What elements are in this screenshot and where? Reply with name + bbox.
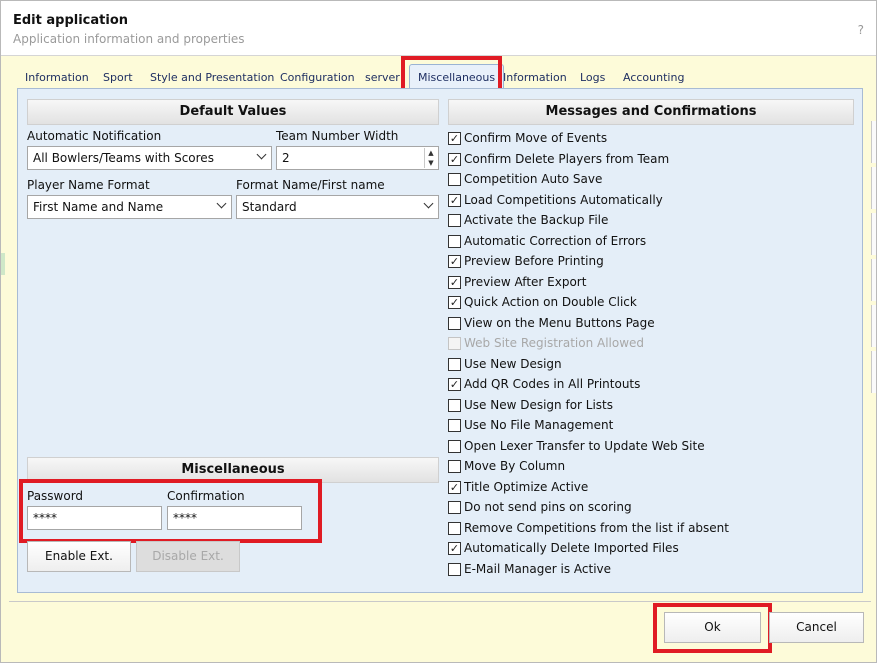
- checkbox-unchecked-icon[interactable]: [448, 357, 461, 371]
- background-panel: [871, 351, 876, 393]
- checkbox-unchecked-icon[interactable]: [448, 173, 461, 186]
- tab-style-and-presentation[interactable]: Style and Presentation: [150, 71, 274, 84]
- checkbox-unchecked-icon[interactable]: [448, 460, 461, 473]
- highlight-password-fields: [19, 479, 322, 543]
- message-checkbox-label: Load Competitions Automatically: [464, 192, 663, 207]
- cancel-button[interactable]: Cancel: [769, 612, 864, 643]
- chevron-down-icon: [256, 149, 267, 160]
- help-icon[interactable]: ?: [858, 23, 864, 37]
- message-checkbox-label: Preview After Export: [464, 274, 587, 289]
- checkbox-unchecked-icon[interactable]: [448, 214, 461, 227]
- message-checkbox-label: Open Lexer Transfer to Update Web Site: [464, 438, 705, 453]
- checkbox-unchecked-icon[interactable]: [448, 562, 461, 576]
- team-number-width-stepper[interactable]: 2 ▲ ▼: [276, 146, 439, 170]
- message-checkbox-label: Use No File Management: [464, 418, 614, 432]
- checkbox-checked-icon[interactable]: ✓: [448, 275, 461, 289]
- automatic-notification-value: All Bowlers/Teams with Scores: [33, 151, 214, 165]
- dialog-titlebar: Edit application Application information…: [1, 1, 876, 56]
- checkbox-unchecked-icon: [448, 337, 461, 350]
- player-name-format-value: First Name and Name: [33, 200, 164, 214]
- background-window-edge-right: [871, 121, 876, 421]
- chevron-down-icon: [216, 198, 227, 209]
- team-number-width-label: Team Number Width: [276, 129, 399, 143]
- checkbox-unchecked-icon[interactable]: [448, 234, 461, 248]
- message-checkbox-label: Title Optimize Active: [464, 479, 589, 494]
- format-name-first-name-select[interactable]: Standard: [236, 195, 439, 219]
- disable-ext-button[interactable]: Disable Ext.: [136, 541, 240, 572]
- stepper-down-icon[interactable]: ▼: [425, 158, 437, 168]
- message-checkbox-label: Do not send pins on scoring: [464, 500, 632, 514]
- edit-application-dialog: Edit application Application information…: [0, 0, 877, 663]
- tab-sport[interactable]: Sport: [103, 71, 133, 84]
- message-checkbox-label: Add QR Codes in All Printouts: [464, 377, 641, 391]
- background-row-highlight: [1, 253, 5, 275]
- checkbox-checked-icon[interactable]: ✓: [448, 132, 461, 145]
- dialog-subtitle: Application information and properties: [13, 32, 245, 46]
- checkbox-checked-icon[interactable]: ✓: [448, 542, 461, 555]
- checkbox-unchecked-icon[interactable]: [448, 521, 461, 535]
- automatic-notification-select[interactable]: All Bowlers/Teams with Scores: [27, 146, 272, 170]
- checkbox-unchecked-icon[interactable]: [448, 398, 461, 412]
- background-window-edge: [1, 151, 5, 279]
- background-panel: [871, 213, 876, 255]
- message-checkbox-label: Confirm Move of Events: [464, 131, 608, 145]
- checkbox-unchecked-icon[interactable]: [448, 316, 461, 330]
- checkbox-checked-icon[interactable]: ✓: [448, 296, 461, 309]
- checkbox-checked-icon[interactable]: ✓: [448, 378, 461, 391]
- footer-divider: [9, 601, 871, 602]
- background-panel: [871, 305, 876, 347]
- message-checkbox-label: Competition Auto Save: [464, 172, 603, 186]
- background-panel: [871, 259, 876, 301]
- checkbox-unchecked-icon[interactable]: [448, 439, 461, 453]
- player-name-format-label: Player Name Format: [27, 178, 150, 192]
- chevron-down-icon: [423, 198, 434, 209]
- message-checkbox-label: Automatic Correction of Errors: [464, 233, 647, 248]
- message-checkbox-label: Preview Before Printing: [464, 254, 604, 268]
- stepper-up-icon[interactable]: ▲: [425, 148, 437, 158]
- message-checkbox-label: Remove Competitions from the list if abs…: [464, 520, 729, 535]
- checkbox-checked-icon[interactable]: ✓: [448, 193, 461, 207]
- tab-information-2[interactable]: Information: [503, 71, 567, 84]
- message-checkbox-label: View on the Menu Buttons Page: [464, 315, 655, 330]
- automatic-notification-label: Automatic Notification: [27, 129, 162, 143]
- tab-logs[interactable]: Logs: [580, 71, 605, 84]
- player-name-format-select[interactable]: First Name and Name: [27, 195, 232, 219]
- messages-confirmations-header: Messages and Confirmations: [448, 99, 854, 125]
- message-checkbox-label: Use New Design: [464, 356, 562, 371]
- message-checkbox-label: Web Site Registration Allowed: [464, 336, 645, 350]
- message-checkbox-label: Move By Column: [464, 459, 566, 473]
- enable-ext-button[interactable]: Enable Ext.: [27, 541, 131, 572]
- checkbox-checked-icon[interactable]: ✓: [448, 255, 461, 268]
- message-checkbox-label: Use New Design for Lists: [464, 397, 614, 412]
- tab-configuration[interactable]: Configuration: [280, 71, 355, 84]
- message-checkbox-label: Activate the Backup File: [464, 213, 609, 227]
- checkbox-checked-icon[interactable]: ✓: [448, 152, 461, 166]
- tab-server[interactable]: server: [365, 71, 400, 84]
- message-checkbox-label: Quick Action on Double Click: [464, 295, 637, 309]
- tab-information[interactable]: Information: [25, 71, 89, 84]
- team-number-width-value: 2: [282, 151, 290, 165]
- checkbox-unchecked-icon[interactable]: [448, 419, 461, 432]
- format-name-first-name-label: Format Name/First name: [236, 178, 385, 192]
- default-values-header: Default Values: [27, 99, 439, 125]
- message-checkbox-label: Automatically Delete Imported Files: [464, 541, 679, 555]
- background-panel: [871, 167, 876, 209]
- message-checkbox-label: E-Mail Manager is Active: [464, 561, 612, 576]
- tab-accounting[interactable]: Accounting: [623, 71, 684, 84]
- highlight-ok-button: [653, 603, 772, 653]
- stepper-buttons[interactable]: ▲ ▼: [424, 148, 437, 168]
- checkbox-checked-icon[interactable]: ✓: [448, 480, 461, 494]
- background-panel: [871, 121, 876, 163]
- message-checkbox-label: Confirm Delete Players from Team: [464, 151, 670, 166]
- format-name-first-name-value: Standard: [242, 200, 297, 214]
- checkbox-unchecked-icon[interactable]: [448, 501, 461, 514]
- dialog-title: Edit application: [13, 13, 129, 28]
